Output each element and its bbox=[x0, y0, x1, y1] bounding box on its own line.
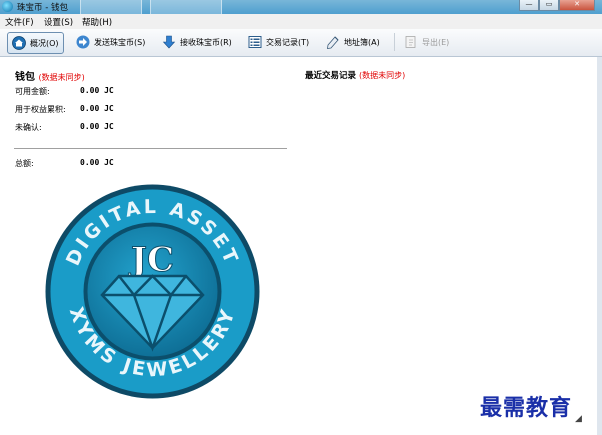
menu-help[interactable]: 帮助(H) bbox=[82, 16, 112, 28]
overview-label: 概况(O) bbox=[30, 38, 59, 48]
available-label: 可用金额: bbox=[15, 87, 50, 96]
toolbar-separator bbox=[394, 33, 395, 51]
recent-transactions-title: 最近交易记录 (数据未同步) bbox=[305, 69, 405, 81]
title-bar: 珠宝币 - 钱包 — ▭ ✕ bbox=[0, 0, 602, 14]
overview-button[interactable]: 概况(O) bbox=[7, 32, 64, 54]
window-edge bbox=[597, 57, 602, 435]
receive-button[interactable]: 接收珠宝币(R) bbox=[162, 32, 232, 52]
available-value: 0.00 JC bbox=[80, 86, 114, 95]
receive-label: 接收珠宝币(R) bbox=[180, 37, 232, 47]
watermark-text: 最需教育 bbox=[480, 390, 573, 422]
home-icon bbox=[12, 36, 26, 50]
app-icon bbox=[2, 1, 13, 12]
list-icon bbox=[248, 36, 262, 48]
resize-grip-icon[interactable]: ◢ bbox=[575, 414, 582, 424]
transactions-button[interactable]: 交易记录(T) bbox=[248, 32, 309, 52]
recent-sync-status: (数据未同步) bbox=[358, 71, 406, 80]
wallet-sync-status: (数据未同步) bbox=[38, 73, 85, 82]
total-label: 总额: bbox=[15, 159, 34, 168]
export-icon bbox=[405, 36, 416, 48]
send-label: 发送珠宝币(S) bbox=[94, 37, 146, 47]
menu-settings[interactable]: 设置(S) bbox=[44, 16, 73, 28]
arrow-down-icon bbox=[162, 35, 176, 49]
transactions-label: 交易记录(T) bbox=[266, 37, 310, 47]
send-button[interactable]: 发送珠宝币(S) bbox=[76, 32, 145, 52]
menu-file[interactable]: 文件(F) bbox=[5, 16, 34, 28]
unconfirmed-value: 0.00 JC bbox=[80, 122, 114, 131]
total-divider bbox=[14, 148, 287, 149]
logo-monogram: JC bbox=[128, 240, 174, 280]
minimize-icon[interactable]: — bbox=[519, 0, 539, 11]
recent-title: 最近交易记录 bbox=[305, 71, 357, 81]
unconfirmed-label: 未确认: bbox=[15, 123, 42, 132]
address-book-icon bbox=[327, 36, 339, 49]
stake-value: 0.00 JC bbox=[80, 104, 114, 113]
jewellery-logo: DIGITAL ASSET XYMS JEWELLERY JC bbox=[45, 184, 260, 399]
wallet-title: 钱包 bbox=[15, 72, 35, 83]
export-button[interactable]: 导出(E) bbox=[404, 32, 449, 52]
stake-label: 用于权益累积: bbox=[15, 105, 66, 114]
arrow-right-icon bbox=[76, 35, 90, 49]
addressbook-button[interactable]: 地址簿(A) bbox=[326, 32, 380, 52]
toolbar: 概况(O) 发送珠宝币(S) 接收珠宝币(R) 交易记录(T) 地址簿(A) 导… bbox=[0, 29, 602, 57]
total-value: 0.00 JC bbox=[80, 158, 114, 167]
menu-bar: 文件(F) 设置(S) 帮助(H) bbox=[0, 14, 602, 30]
addressbook-label: 地址簿(A) bbox=[344, 37, 380, 47]
maximize-icon[interactable]: ▭ bbox=[539, 0, 559, 11]
export-label: 导出(E) bbox=[422, 37, 450, 47]
background-window-button bbox=[150, 0, 222, 14]
wallet-section-title: 钱包 (数据未同步) bbox=[15, 68, 85, 83]
close-icon[interactable]: ✕ bbox=[559, 0, 595, 11]
window-title: 珠宝币 - 钱包 bbox=[17, 3, 68, 13]
background-window-button bbox=[80, 0, 142, 14]
